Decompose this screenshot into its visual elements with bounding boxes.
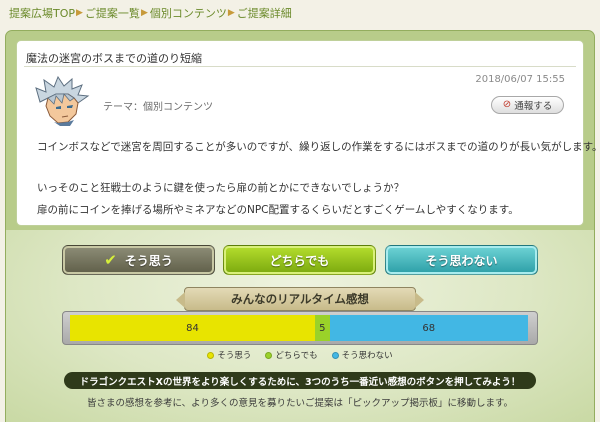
proposal-body-line-1: コインボスなどで迷宮を周回することが多いのですが、繰り返しの作業をするにはボスま… [37, 141, 600, 153]
report-button[interactable]: ⊘ 通報する [491, 96, 564, 114]
instruction-banner: ドラゴンクエストXの世界をより楽しくするために、3つのうち一番近い感想のボタンを… [64, 372, 536, 389]
neutral-button[interactable]: どちらでも [223, 245, 376, 275]
pickup-note: 皆さまの感想を参考に、より多くの意見を募りたいご提案は「ピックアップ掲示板」に移… [86, 398, 514, 409]
proposal-panel [16, 40, 584, 226]
realtime-header: みんなのリアルタイム感想 [176, 287, 424, 311]
result-segment-neutral: 5 [315, 315, 330, 341]
instruction-banner-text: ドラゴンクエストXの世界をより楽しくするために、3つのうち一番近い感想のボタンを… [79, 376, 521, 388]
legend-dot-disagree [331, 351, 339, 359]
result-segment-disagree: 68 [329, 315, 528, 341]
result-value-neutral: 5 [319, 322, 326, 334]
result-legend: そう思う どちらでも そう思わない [0, 349, 600, 361]
result-segment-agree: 84 [70, 315, 316, 341]
result-value-agree: 84 [186, 322, 199, 334]
legend-item-agree: そう思う [207, 349, 251, 361]
proposal-body-line-3: 扉の前にコインを捧げる場所やミネアなどのNPC配置するくらいだとすごくゲームしや… [37, 204, 519, 216]
proposal-body-line-2: いっそのこと狂戦士のように鍵を使ったら扉の前とかにできないでしょうか？ [37, 182, 405, 194]
chevron-right-icon: ▶ [227, 8, 235, 18]
no-entry-icon: ⊘ [502, 99, 512, 110]
legend-dot-agree [207, 351, 215, 359]
divider [24, 66, 576, 67]
result-value-disagree: 68 [422, 322, 436, 334]
breadcrumb-item-list[interactable]: ご提案一覧 [85, 5, 140, 21]
breadcrumb: 提案広場TOP ▶ ご提案一覧 ▶ 個別コンテンツ ▶ ご提案詳細 [9, 5, 292, 21]
breadcrumb-item-top[interactable]: 提案広場TOP [9, 5, 75, 21]
legend-item-disagree: そう思わない [331, 349, 393, 361]
check-icon: ✔ [104, 251, 117, 269]
legend-label-neutral: どちらでも [275, 351, 318, 361]
chevron-right-icon: ▶ [76, 8, 83, 18]
proposal-theme: テーマ：個別コンテンツ [103, 102, 213, 113]
realtime-header-label: みんなのリアルタイム感想 [231, 292, 369, 306]
legend-item-neutral: どちらでも [265, 349, 318, 361]
neutral-button-label: どちらでも [269, 253, 330, 268]
agree-button-label: そう思う [124, 253, 173, 268]
agree-button[interactable]: ✔ そう思う [62, 245, 215, 275]
result-bar: 84 5 68 [70, 315, 528, 341]
avatar [34, 75, 90, 126]
proposal-timestamp: 2018/06/07 15:55 [475, 74, 565, 85]
breadcrumb-item-current: ご提案詳細 [236, 7, 292, 20]
report-button-label: 通報する [514, 101, 553, 112]
proposal-title: 魔法の迷宮のボスまでの道のり短縮 [26, 52, 202, 65]
chevron-right-icon: ▶ [140, 8, 148, 18]
legend-dot-neutral [265, 351, 273, 359]
legend-label-disagree: そう思わない [341, 351, 393, 361]
character-avatar-icon [35, 75, 90, 126]
legend-label-agree: そう思う [217, 351, 252, 361]
disagree-button[interactable]: そう思わない [385, 245, 538, 275]
disagree-button-label: そう思わない [425, 253, 498, 268]
breadcrumb-item-category[interactable]: 個別コンテンツ [150, 5, 227, 21]
